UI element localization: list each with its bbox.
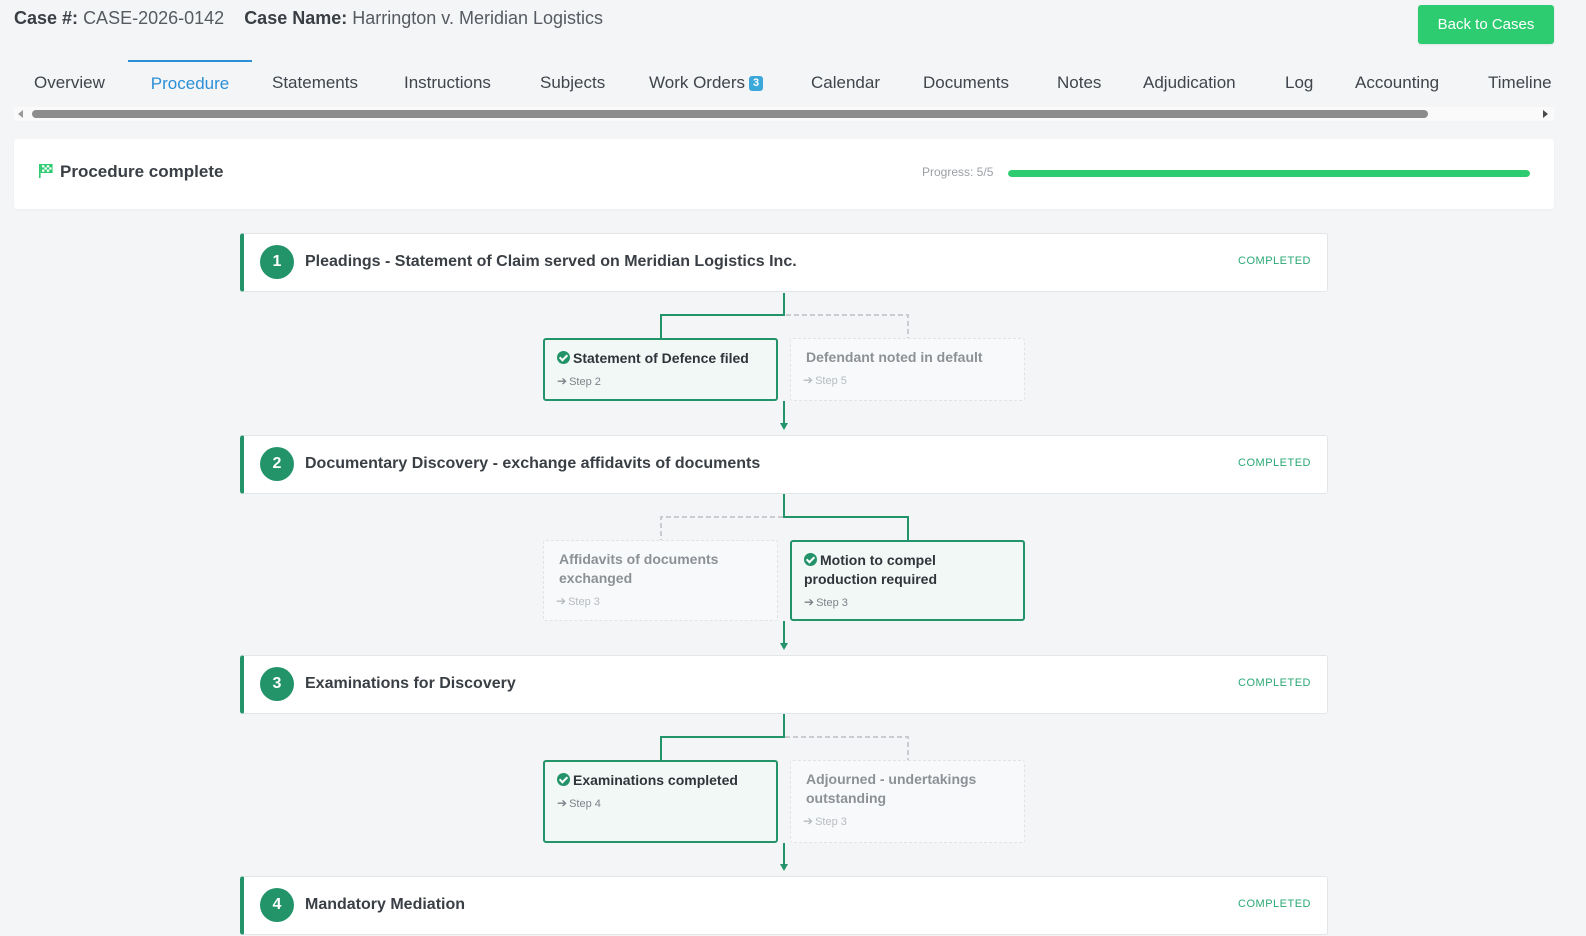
branch-label: Defendant noted in default [806,349,983,365]
branch-label: Examinations completed [573,772,738,788]
branch-option-chosen[interactable]: Examinations completed ➔ Step 4 [543,760,778,843]
procedure-step[interactable]: 1 Pleadings - Statement of Claim served … [240,233,1328,292]
branch-target: Step 4 [569,798,601,810]
branch-target: Step 2 [569,376,601,388]
arrow-right-icon: ➔ [804,595,815,609]
branch-option[interactable]: Defendant noted in default ➔ Step 5 [790,338,1025,401]
procedure-step[interactable]: 2 Documentary Discovery - exchange affid… [240,435,1328,494]
branch-option[interactable]: Adjourned - undertakings outstanding ➔ St… [790,760,1025,843]
step-status-label: COMPLETED [1238,255,1311,267]
branch-label: Statement of Defence filed [573,350,749,366]
arrow-right-icon: ➔ [803,373,814,387]
branch-option-chosen[interactable]: Motion to compel production required ➔ St… [790,540,1025,621]
step-status-label: COMPLETED [1238,457,1311,469]
branch-label: Motion to compel production required [804,552,937,587]
procedure-step[interactable]: 4 Mandatory Mediation COMPLETED [240,876,1328,935]
step-number-badge: 3 [260,667,294,701]
arrow-right-icon: ➔ [556,594,567,608]
arrow-right-icon: ➔ [557,796,568,810]
branch-label: Affidavits of documents exchanged [559,551,719,586]
check-circle-icon [557,351,570,364]
branch-target: Step 3 [816,597,848,609]
step-status-label: COMPLETED [1238,898,1311,910]
step-title: Pleadings - Statement of Claim served on… [305,253,797,270]
branch-option-chosen[interactable]: Statement of Defence filed ➔ Step 2 [543,338,778,401]
branch-target: Step 5 [815,375,847,387]
arrow-right-icon: ➔ [557,374,568,388]
branch-option[interactable]: Affidavits of documents exchanged ➔ Step … [543,540,778,621]
branch-label: Adjourned - undertakings outstanding [806,771,977,806]
step-number-badge: 4 [260,888,294,922]
branch-target: Step 3 [815,816,847,828]
check-circle-icon [557,773,570,786]
step-title: Examinations for Discovery [305,675,516,692]
step-title: Documentary Discovery - exchange affidav… [305,455,761,472]
step-number-badge: 1 [260,245,294,279]
arrow-right-icon: ➔ [803,814,814,828]
check-circle-icon [804,553,817,566]
branch-target: Step 3 [568,596,600,608]
procedure-step[interactable]: 3 Examinations for Discovery COMPLETED [240,655,1328,714]
step-title: Mandatory Mediation [305,896,466,913]
step-number-badge: 2 [260,447,294,481]
step-status-label: COMPLETED [1238,677,1311,689]
